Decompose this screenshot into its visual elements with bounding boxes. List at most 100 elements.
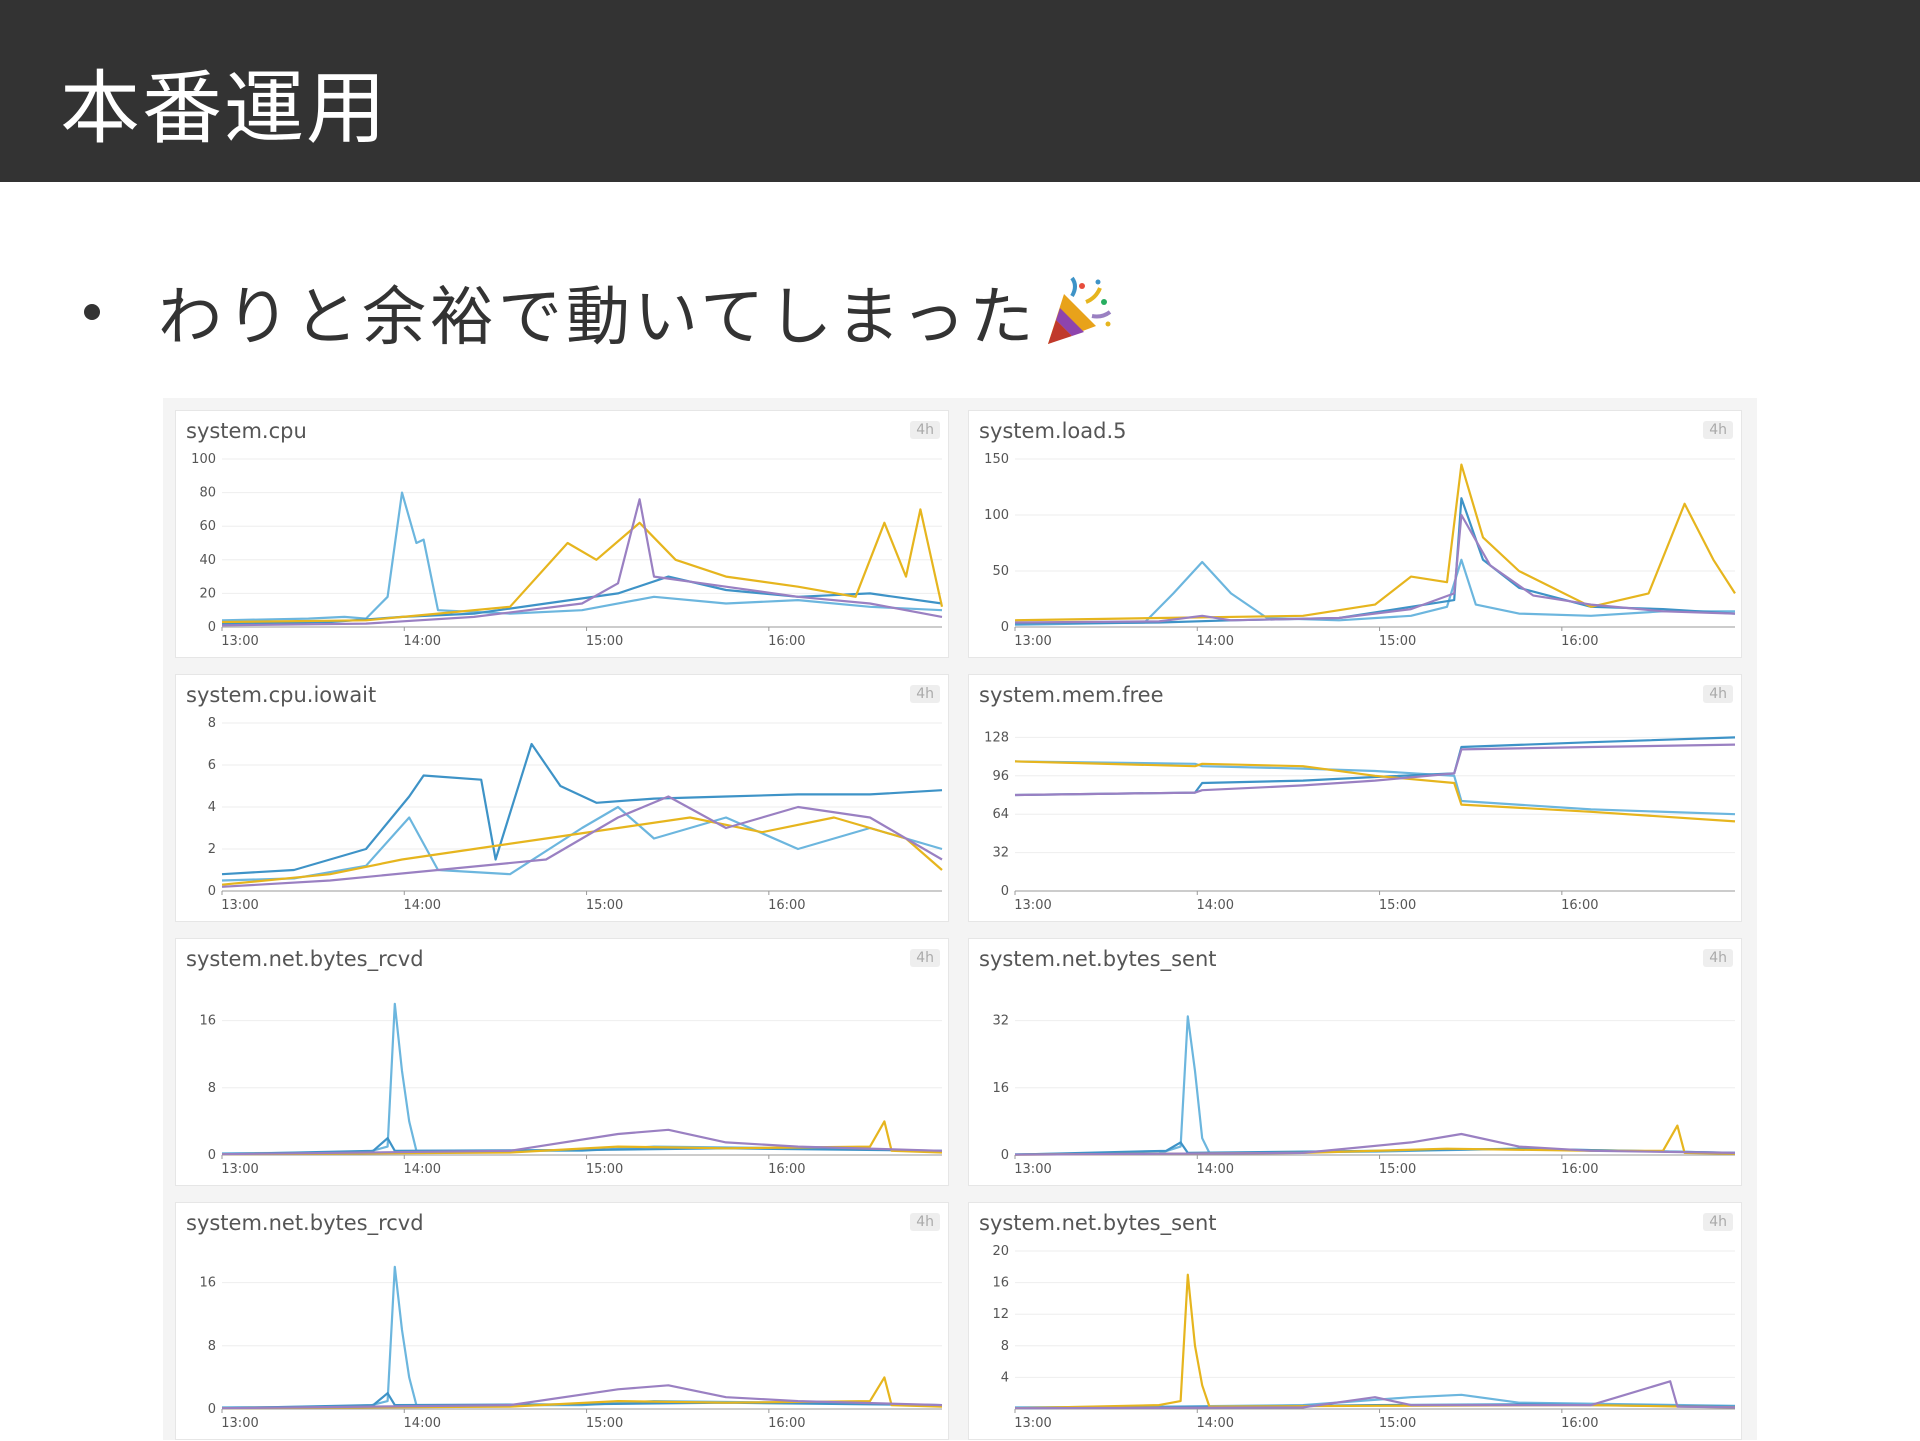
x-tick-label: 15:00 [586, 634, 623, 649]
x-tick-label: 15:00 [1379, 634, 1416, 649]
x-tick-label: 13:00 [1014, 898, 1051, 913]
x-tick-label: 13:00 [1014, 1416, 1051, 1431]
chart-panel-system-net-bytes-rcvd-2: 0 8 16 13:00 14:00 15:00 16:00 system.net.byte… [175, 1202, 949, 1440]
x-tick-label: 13:00 [221, 1162, 258, 1177]
timeframe-badge[interactable]: 4h [1703, 949, 1733, 967]
y-tick-label: 32 [992, 846, 1009, 861]
x-tick-label: 14:00 [404, 898, 441, 913]
timeframe-badge[interactable]: 4h [1703, 1213, 1733, 1231]
x-tick-label: 15:00 [1379, 1416, 1416, 1431]
dashboard-grid: 0 20 40 60 80 100 13:00 14:00 15:00 16:00 system.… [163, 398, 1757, 1440]
x-tick-label: 16:00 [1561, 634, 1598, 649]
chart-svg: 0 20 40 60 80 100 13:00 14:00 15:00 16:00 [191, 452, 944, 649]
panel-title: system.mem.free [979, 683, 1164, 707]
x-tick-label: 13:00 [1014, 634, 1051, 649]
y-tick-label: 16 [992, 1276, 1009, 1291]
y-tick-label: 8 [208, 716, 216, 731]
x-tick-label: 16:00 [1561, 1416, 1598, 1431]
y-tick-label: 0 [1001, 1148, 1009, 1163]
x-tick-label: 15:00 [1379, 1162, 1416, 1177]
series-line-2 [1014, 1273, 1736, 1410]
timeframe-badge[interactable]: 4h [1703, 685, 1733, 703]
y-tick-label: 8 [208, 1339, 216, 1354]
chart-panel-system-net-bytes-rcvd: 0 8 16 13:00 14:00 15:00 16:00 system.net.byte… [175, 938, 949, 1186]
bullet-dot [84, 304, 100, 320]
x-tick-label: 16:00 [768, 634, 805, 649]
x-tick-label: 14:00 [1197, 1416, 1234, 1431]
y-tick-label: 50 [992, 564, 1009, 579]
y-tick-label: 128 [984, 730, 1009, 745]
chart-svg: 0 2 4 6 8 13:00 14:00 15:00 16:00 [208, 716, 943, 913]
chart-svg: 0 50 100 150 13:00 14:00 15:00 16:00 [984, 452, 1736, 649]
chart-panel-system-mem-free: 0 32 64 96 128 13:00 14:00 15:00 16:00 system.me… [968, 674, 1742, 922]
y-tick-label: 80 [199, 486, 216, 501]
x-tick-label: 15:00 [1379, 898, 1416, 913]
x-tick-label: 15:00 [586, 1162, 623, 1177]
chart-panel-system-net-bytes-sent-2: 4 8 12 16 20 13:00 14:00 15:00 16:00 system.net.… [968, 1202, 1742, 1440]
y-tick-label: 150 [984, 452, 1009, 467]
y-tick-label: 32 [992, 1014, 1009, 1029]
series-line-0 [1014, 1015, 1736, 1156]
x-tick-label: 14:00 [1197, 1162, 1234, 1177]
x-tick-label: 15:00 [586, 898, 623, 913]
x-tick-label: 16:00 [768, 898, 805, 913]
x-tick-label: 14:00 [1197, 898, 1234, 913]
series-line-2 [1014, 463, 1736, 622]
x-tick-label: 16:00 [1561, 898, 1598, 913]
y-tick-label: 16 [199, 1276, 216, 1291]
x-tick-label: 13:00 [221, 898, 258, 913]
series-line-3 [1014, 513, 1736, 624]
timeframe-badge[interactable]: 4h [910, 1213, 940, 1231]
chart-svg: 0 8 16 13:00 14:00 15:00 16:00 [199, 1002, 943, 1177]
x-tick-label: 14:00 [404, 1162, 441, 1177]
y-tick-label: 40 [199, 553, 216, 568]
timeframe-badge[interactable]: 4h [910, 421, 940, 439]
panel-title: system.load.5 [979, 419, 1127, 443]
y-tick-label: 6 [208, 758, 216, 773]
slide-header: 本番運用 [0, 0, 1920, 182]
y-tick-label: 100 [191, 452, 216, 467]
y-tick-label: 12 [992, 1307, 1009, 1322]
y-tick-label: 0 [1001, 884, 1009, 899]
x-tick-label: 13:00 [1014, 1162, 1051, 1177]
chart-svg: 4 8 12 16 20 13:00 14:00 15:00 16:00 [992, 1244, 1736, 1431]
series-line-1 [1014, 1141, 1736, 1156]
chart-panel-system-cpu-iowait: 0 2 4 6 8 13:00 14:00 15:00 16:00 system.cpu.iow… [175, 674, 949, 922]
y-tick-label: 16 [199, 1014, 216, 1029]
panel-title: system.cpu [186, 419, 307, 443]
chart-panel-system-load: 0 50 100 150 13:00 14:00 15:00 16:00 system.loa… [968, 410, 1742, 658]
timeframe-badge[interactable]: 4h [910, 949, 940, 967]
timeframe-badge[interactable]: 4h [910, 685, 940, 703]
bullet-item: わりと余裕で動いてしまった [84, 272, 1114, 355]
y-tick-label: 0 [208, 884, 216, 899]
chart-svg: 0 8 16 13:00 14:00 15:00 16:00 [199, 1265, 943, 1431]
x-tick-label: 13:00 [221, 634, 258, 649]
y-tick-label: 0 [208, 1402, 216, 1417]
y-tick-label: 0 [208, 1148, 216, 1163]
timeframe-badge[interactable]: 4h [1703, 421, 1733, 439]
y-tick-label: 20 [992, 1244, 1009, 1259]
chart-svg: 0 16 32 13:00 14:00 15:00 16:00 [992, 1014, 1736, 1177]
party-popper-icon [1047, 276, 1111, 344]
series-line-3 [221, 498, 943, 627]
series-line-3 [1014, 743, 1736, 797]
x-tick-label: 15:00 [586, 1416, 623, 1431]
series-line-0 [1014, 760, 1736, 816]
series-line-0 [1014, 558, 1735, 626]
chart-panel-system-net-bytes-sent: 0 16 32 13:00 14:00 15:00 16:00 system.net.byt… [968, 938, 1742, 1186]
x-tick-label: 13:00 [221, 1416, 258, 1431]
y-tick-label: 0 [1001, 620, 1009, 635]
y-tick-label: 64 [992, 807, 1009, 822]
x-tick-label: 14:00 [404, 1416, 441, 1431]
series-line-0 [221, 1265, 943, 1409]
series-line-1 [221, 742, 943, 876]
panel-title: system.net.bytes_rcvd [186, 1211, 424, 1235]
y-tick-label: 8 [208, 1081, 216, 1096]
slide-title: 本番運用 [60, 62, 388, 155]
series-line-0 [221, 1002, 943, 1155]
y-tick-label: 100 [984, 508, 1009, 523]
chart-svg: 0 32 64 96 128 13:00 14:00 15:00 16:00 [984, 730, 1736, 913]
x-tick-label: 16:00 [768, 1416, 805, 1431]
x-tick-label: 14:00 [1197, 634, 1234, 649]
y-tick-label: 4 [1001, 1370, 1009, 1385]
